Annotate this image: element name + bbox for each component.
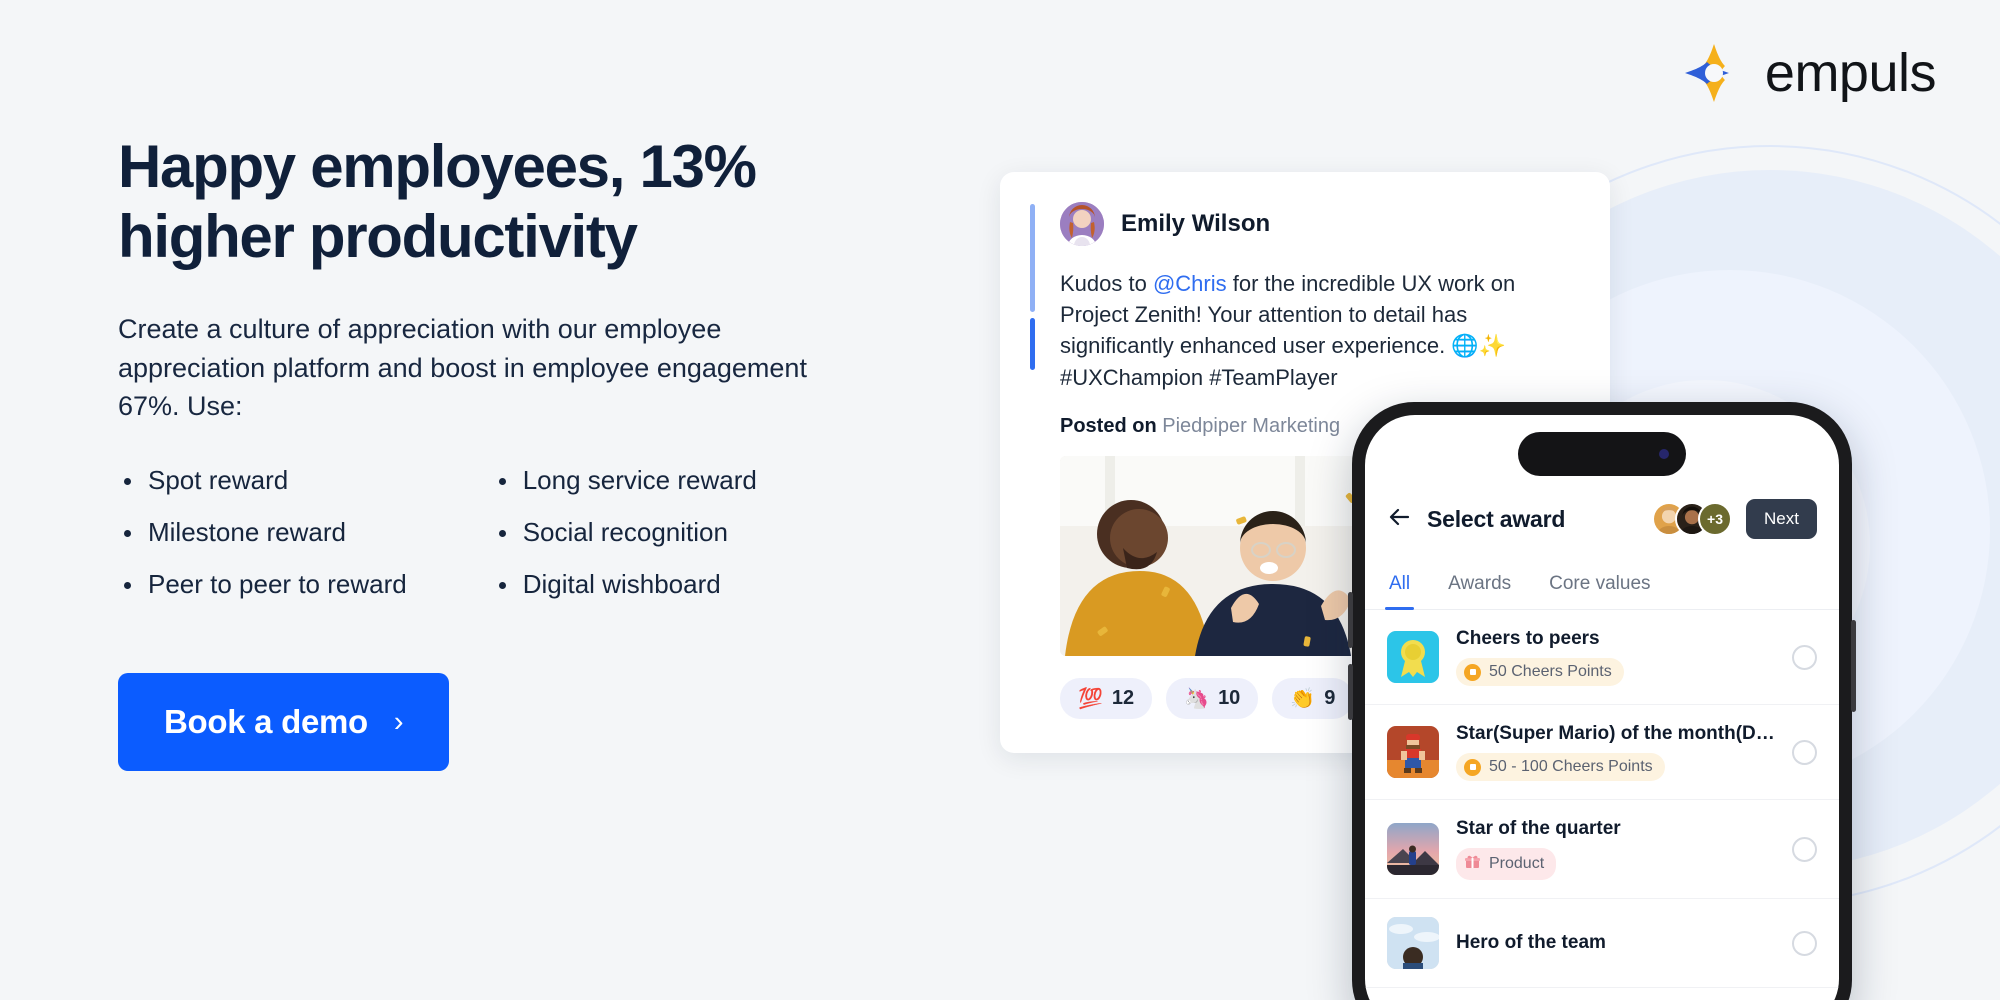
award-tag-label: 50 Cheers Points xyxy=(1489,663,1612,680)
reaction-count: 12 xyxy=(1111,686,1135,709)
back-arrow-icon[interactable] xyxy=(1387,504,1413,535)
reaction-pill[interactable]: 🦄 10 xyxy=(1166,677,1259,719)
list-item[interactable]: Hero of the team xyxy=(1365,899,1839,988)
phone-mockup: Select award +3 Next All Awards Core val… xyxy=(1348,402,1856,1000)
next-button[interactable]: Next xyxy=(1746,499,1817,539)
mountain-sunset-photo xyxy=(1387,823,1439,875)
mention-link[interactable]: @Chris xyxy=(1153,271,1227,296)
brand-name: empuls xyxy=(1764,43,1937,103)
post-body: Kudos to @Chris for the incredible UX wo… xyxy=(1060,268,1580,393)
award-name: Star of the quarter xyxy=(1456,818,1621,839)
chevron-right-icon: › xyxy=(393,705,404,738)
hero-content: Happy employees, 13% higher productivity… xyxy=(118,132,908,772)
reaction-count: 9 xyxy=(1324,686,1336,709)
tab-all[interactable]: All xyxy=(1384,573,1415,610)
person-sky-photo xyxy=(1387,917,1439,969)
hundred-points-icon: 💯 xyxy=(1078,687,1103,710)
four-point-star-icon xyxy=(1683,42,1745,104)
accent-bar-light xyxy=(1030,204,1035,312)
app-title: Select award xyxy=(1427,505,1566,532)
tab-awards[interactable]: Awards xyxy=(1448,573,1511,609)
award-tag-label: 50 - 100 Cheers Points xyxy=(1489,758,1653,775)
list-item: Long service reward xyxy=(493,467,757,493)
feature-list-left: Spot reward Milestone reward Peer to pee… xyxy=(118,467,407,597)
posted-on-label: Posted on xyxy=(1060,414,1157,437)
list-item: Spot reward xyxy=(118,467,407,493)
reaction-count: 10 xyxy=(1218,686,1241,709)
coin-icon xyxy=(1464,758,1481,776)
post-header: Emily Wilson xyxy=(1060,202,1580,246)
accent-bar-blue xyxy=(1030,318,1035,370)
list-item: Social recognition xyxy=(493,519,757,545)
list-item: Milestone reward xyxy=(118,519,407,545)
dynamic-island xyxy=(1518,432,1686,476)
reaction-pill[interactable]: 💯 12 xyxy=(1060,677,1153,719)
list-item[interactable]: Cheers to peers 50 Cheers Points xyxy=(1365,610,1839,705)
feature-list-right: Long service reward Social recognition D… xyxy=(493,467,757,597)
brand-logo[interactable]: empuls xyxy=(1683,42,1937,104)
product-icon xyxy=(1464,853,1481,875)
medal-ribbon-icon xyxy=(1387,631,1439,683)
clapping-hands-icon: 👏 xyxy=(1290,687,1316,710)
phone-screen: Select award +3 Next All Awards Core val… xyxy=(1365,415,1839,1000)
list-item[interactable]: Star(Super Mario) of the month(Dec... 50… xyxy=(1365,705,1839,800)
front-camera-icon xyxy=(1659,449,1669,459)
tab-core-values[interactable]: Core values xyxy=(1549,573,1650,609)
list-item[interactable]: Star of the quarter Product xyxy=(1365,800,1839,899)
reaction-pill[interactable]: 👏 9 xyxy=(1272,677,1354,719)
tab-bar: All Awards Core values xyxy=(1365,557,1839,610)
award-radio[interactable] xyxy=(1792,930,1817,956)
posted-on-group[interactable]: Piedpiper Marketing xyxy=(1162,415,1340,437)
award-name: Star(Super Mario) of the month(Dec... xyxy=(1456,723,1775,744)
coin-icon xyxy=(1464,663,1481,681)
award-category-tag: Product xyxy=(1456,848,1557,880)
list-item: Peer to peer to reward xyxy=(118,571,407,597)
feature-lists: Spot reward Milestone reward Peer to pee… xyxy=(118,467,908,597)
hero-subcopy: Create a culture of appreciation with ou… xyxy=(118,314,807,422)
award-list: Cheers to peers 50 Cheers Points Star(Su… xyxy=(1365,610,1839,988)
super-mario-icon xyxy=(1387,726,1439,778)
phone-power-button xyxy=(1851,620,1856,712)
award-radio[interactable] xyxy=(1792,644,1817,670)
avatar-stack[interactable]: +3 xyxy=(1652,502,1733,536)
award-name: Cheers to peers xyxy=(1456,628,1600,649)
post-body-prefix: Kudos to xyxy=(1060,271,1153,296)
award-radio[interactable] xyxy=(1792,739,1817,765)
award-points-tag: 50 Cheers Points xyxy=(1456,658,1624,686)
award-points-tag: 50 - 100 Cheers Points xyxy=(1456,753,1665,781)
award-name: Hero of the team xyxy=(1456,932,1606,953)
cta-label: Book a demo xyxy=(164,703,368,741)
avatar xyxy=(1060,202,1104,246)
book-a-demo-button[interactable]: Book a demo › xyxy=(118,673,450,772)
unicorn-icon: 🦄 xyxy=(1184,687,1210,710)
page-title: Happy employees, 13% higher productivity xyxy=(118,133,757,271)
award-radio[interactable] xyxy=(1792,836,1817,862)
avatar-overflow-count: +3 xyxy=(1698,502,1733,536)
post-author-name: Emily Wilson xyxy=(1121,210,1271,237)
list-item: Digital wishboard xyxy=(493,571,757,597)
award-tag-label: Product xyxy=(1489,855,1545,872)
